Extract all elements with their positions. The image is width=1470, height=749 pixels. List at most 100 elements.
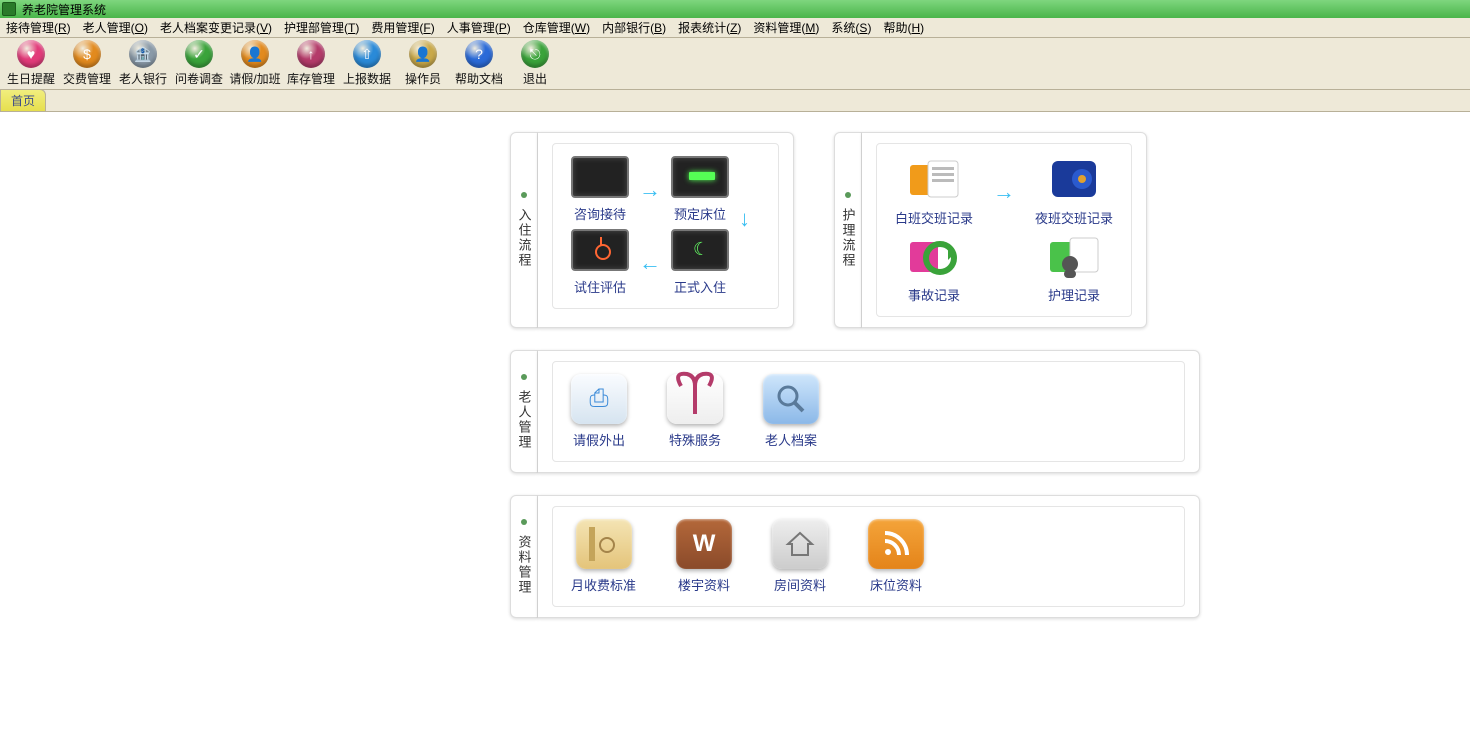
tool-8[interactable]: ? 帮助文档	[452, 40, 506, 88]
panel-tab-checkin: 入住流程	[510, 132, 538, 328]
menubar: 接待管理(R)老人管理(O)老人档案变更记录(V)护理部管理(T)费用管理(F)…	[0, 18, 1470, 38]
tool-4[interactable]: 👤 请假/加班	[228, 40, 282, 88]
tool-3[interactable]: ✓ 问卷调查	[172, 40, 226, 88]
app-icon	[2, 2, 16, 16]
tool-label: 帮助文档	[455, 70, 503, 87]
item-leave[interactable]: ⎙ 请假外出	[571, 374, 627, 449]
tool-icon: ⇧	[353, 40, 381, 68]
folder-pink-icon	[905, 233, 963, 279]
tool-icon: 👤	[241, 40, 269, 68]
item-bed[interactable]: 床位资料	[868, 519, 924, 594]
dot-icon	[521, 192, 527, 198]
tool-icon: 🏦	[129, 40, 157, 68]
menu-o[interactable]: 老人管理(O)	[79, 18, 152, 37]
book-w-icon: W	[676, 519, 732, 569]
usb-box-icon: ⎙	[571, 374, 627, 424]
item-accident[interactable]: 事故记录	[905, 233, 963, 304]
arrow-down-icon: ↓	[739, 206, 750, 232]
monitor-icon	[571, 229, 629, 271]
tool-icon: ⎋	[521, 40, 549, 68]
toolbar: ♥ 生日提醒 $交费管理 🏦 老人银行 ✓ 问卷调查 👤 请假/加班 ↑ 库存管理 ⇧ 上报数据 👤 操作员…	[0, 38, 1470, 90]
item-consult[interactable]: 咨询接待	[571, 156, 629, 223]
tool-label: 退出	[523, 70, 547, 87]
tool-icon: ↑	[297, 40, 325, 68]
magnifier-box-icon	[763, 374, 819, 424]
item-reserve[interactable]: 预定床位	[671, 156, 729, 223]
item-formal[interactable]: 正式入住	[671, 229, 729, 296]
dot-icon	[521, 519, 527, 525]
tool-0[interactable]: ♥ 生日提醒	[4, 40, 58, 88]
tool-label: 问卷调查	[175, 70, 223, 87]
item-archive[interactable]: 老人档案	[763, 374, 819, 449]
menu-r[interactable]: 接待管理(R)	[2, 18, 75, 37]
tool-icon: ✓	[185, 40, 213, 68]
item-fee[interactable]: 月收费标准	[571, 519, 636, 594]
rss-icon	[868, 519, 924, 569]
menu-f[interactable]: 费用管理(F)	[367, 18, 438, 37]
care-flow: 白班交班记录 → 夜班交班记录 事故记录	[895, 156, 1113, 304]
row-2: 老人管理 ⎙ 请假外出 特殊服务	[510, 350, 1200, 473]
titlebar: 养老院管理系统	[0, 0, 1470, 18]
panel-tab-elder: 老人管理	[510, 350, 538, 473]
menu-b[interactable]: 内部银行(B)	[598, 18, 670, 37]
tool-6[interactable]: ⇧ 上报数据	[340, 40, 394, 88]
tool-icon: ♥	[17, 40, 45, 68]
menu-v[interactable]: 老人档案变更记录(V)	[156, 18, 276, 37]
panel-data: 资料管理 月收费标准 W 楼宇资料	[510, 495, 1200, 618]
panel-care: 护理流程 白班交班记录 → 夜班交班记录	[834, 132, 1147, 328]
notebook-icon	[576, 519, 632, 569]
item-room[interactable]: 房间资料	[772, 519, 828, 594]
monitor-icon	[671, 229, 729, 271]
dot-icon	[521, 374, 527, 380]
tool-label: 库存管理	[287, 70, 335, 87]
arrow-left-icon: ←	[639, 250, 661, 276]
panel-elder: 老人管理 ⎙ 请假外出 特殊服务	[510, 350, 1200, 473]
menu-w[interactable]: 仓库管理(W)	[519, 18, 594, 37]
tool-label: 生日提醒	[7, 70, 55, 87]
tool-2[interactable]: 🏦 老人银行	[116, 40, 170, 88]
item-nightshift[interactable]: 夜班交班记录	[1035, 156, 1113, 227]
tool-5[interactable]: ↑ 库存管理	[284, 40, 338, 88]
arrow-right-icon: →	[993, 179, 1015, 205]
dot-icon	[845, 192, 851, 198]
menu-p[interactable]: 人事管理(P)	[443, 18, 515, 37]
monitor-icon	[571, 156, 629, 198]
menu-t[interactable]: 护理部管理(T)	[280, 18, 363, 37]
tool-icon: ?	[465, 40, 493, 68]
row-3: 资料管理 月收费标准 W 楼宇资料	[510, 495, 1200, 618]
tool-1[interactable]: $交费管理	[60, 40, 114, 88]
elder-list: ⎙ 请假外出 特殊服务 老人档案	[571, 374, 1166, 449]
tool-icon: $	[73, 40, 101, 68]
row-1: 入住流程 咨询接待 → 预定床位	[510, 132, 1147, 328]
menu-h[interactable]: 帮助(H)	[879, 18, 928, 37]
panel-title-checkin: 入住流程	[515, 208, 534, 268]
panel-title-care: 护理流程	[839, 208, 858, 268]
panel-title-data: 资料管理	[515, 535, 534, 595]
tool-9[interactable]: ⎋ 退出	[508, 40, 562, 88]
item-dayshift[interactable]: 白班交班记录	[895, 156, 973, 227]
menu-s[interactable]: 系统(S)	[827, 18, 875, 37]
tool-icon: 👤	[409, 40, 437, 68]
folder-orange-icon	[905, 156, 963, 202]
menu-z[interactable]: 报表统计(Z)	[674, 18, 745, 37]
content: 入住流程 咨询接待 → 预定床位	[0, 112, 1470, 618]
item-special[interactable]: 特殊服务	[667, 374, 723, 449]
house-icon	[772, 519, 828, 569]
tool-7[interactable]: 👤 操作员	[396, 40, 450, 88]
item-trial[interactable]: 试住评估	[571, 229, 629, 296]
data-list: 月收费标准 W 楼宇资料 房间资料	[571, 519, 1166, 594]
menu-m[interactable]: 资料管理(M)	[749, 18, 823, 37]
monitor-icon	[671, 156, 729, 198]
tab-home[interactable]: 首页	[0, 89, 46, 111]
panel-tab-care: 护理流程	[834, 132, 862, 328]
tool-label: 老人银行	[119, 70, 167, 87]
panel-checkin: 入住流程 咨询接待 → 预定床位	[510, 132, 794, 328]
tool-label: 上报数据	[343, 70, 391, 87]
panel-title-elder: 老人管理	[515, 390, 534, 450]
tool-label: 请假/加班	[229, 70, 280, 87]
item-building[interactable]: W 楼宇资料	[676, 519, 732, 594]
tool-label: 操作员	[405, 70, 441, 87]
item-nursing[interactable]: 护理记录	[1045, 233, 1103, 304]
app-title: 养老院管理系统	[22, 1, 106, 18]
folder-green-icon	[1045, 233, 1103, 279]
